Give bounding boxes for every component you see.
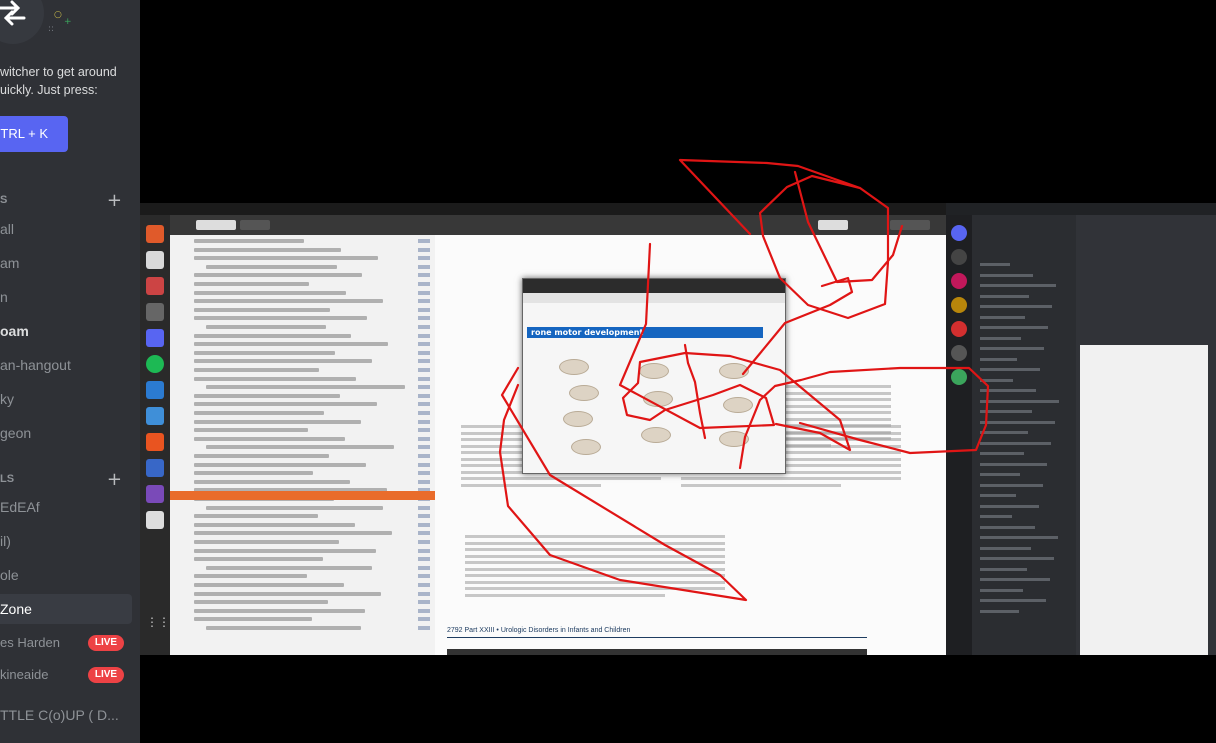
freehand-stroke <box>738 366 990 470</box>
drawing-overlay <box>498 158 990 602</box>
sparkle-icon: :: <box>48 24 55 34</box>
add-channel-icon[interactable]: + <box>107 471 122 489</box>
quick-switcher-button[interactable]: TRL + K <box>0 116 68 152</box>
freehand-stroke <box>678 158 890 320</box>
freehand-stroke <box>741 276 854 376</box>
text-channel[interactable]: an-hangout <box>0 350 132 380</box>
freehand-stroke <box>618 242 852 452</box>
add-channel-icon[interactable]: + <box>107 192 122 210</box>
text-channel[interactable]: n <box>0 282 132 312</box>
text-channel[interactable]: oam <box>0 316 132 346</box>
category-header-voice[interactable]: LS <box>0 473 14 485</box>
sparkle-icon: + <box>64 17 72 27</box>
switcher-hint-line: witcher to get around <box>0 65 117 79</box>
live-badge: LIVE <box>88 635 124 651</box>
voice-channel[interactable]: ole <box>0 560 132 590</box>
freehand-stroke <box>793 170 904 284</box>
sparkle-icon: ○ <box>54 10 62 20</box>
switcher-illustration <box>0 0 44 44</box>
voice-channel[interactable]: TTLE C(o)UP ( D... <box>0 700 132 730</box>
voice-channel[interactable]: il) <box>0 526 132 556</box>
text-channel[interactable]: ky <box>0 384 132 414</box>
freehand-stroke <box>683 343 707 440</box>
text-channel[interactable]: am <box>0 248 132 278</box>
voice-channel-active[interactable]: Zone <box>0 594 132 624</box>
stream-view[interactable]: ⋮⋮ 2792 Part XXIII • Urologic Disorders … <box>140 0 1216 743</box>
voice-channel[interactable]: EdEAf <box>0 492 132 522</box>
switcher-hint: witcher to get around uickly. Just press… <box>0 63 140 99</box>
text-channel[interactable]: geon <box>0 418 132 448</box>
switch-arrows-icon <box>0 0 26 26</box>
discord-window: ○ + :: witcher to get around uickly. Jus… <box>0 0 1216 743</box>
switcher-hint-line: uickly. Just press: <box>0 83 98 97</box>
live-badge: LIVE <box>88 667 124 683</box>
text-channel[interactable]: all <box>0 214 132 244</box>
category-header-text[interactable]: S <box>0 194 7 206</box>
channel-sidebar: ○ + :: witcher to get around uickly. Jus… <box>0 0 140 743</box>
